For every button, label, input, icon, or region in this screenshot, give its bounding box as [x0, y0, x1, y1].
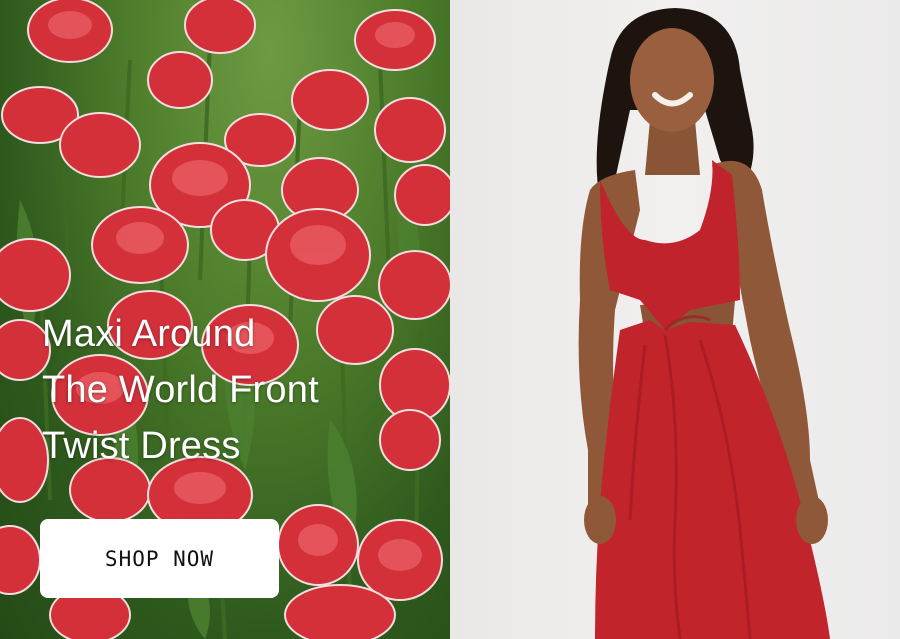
headline-line-2: The World Front — [42, 369, 319, 411]
tulip-image-panel: Maxi Around The World Front Twist Dress … — [0, 0, 450, 639]
shop-now-button[interactable]: SHOP NOW — [40, 519, 279, 598]
headline-line-1: Maxi Around — [42, 313, 256, 355]
headline-line-3: Twist Dress — [42, 425, 241, 467]
promo-banner: Maxi Around The World Front Twist Dress … — [0, 0, 900, 639]
model-in-red-dress-image — [578, 8, 830, 639]
product-headline: Maxi Around The World Front Twist Dress — [42, 306, 402, 474]
model-image-panel — [450, 0, 900, 639]
